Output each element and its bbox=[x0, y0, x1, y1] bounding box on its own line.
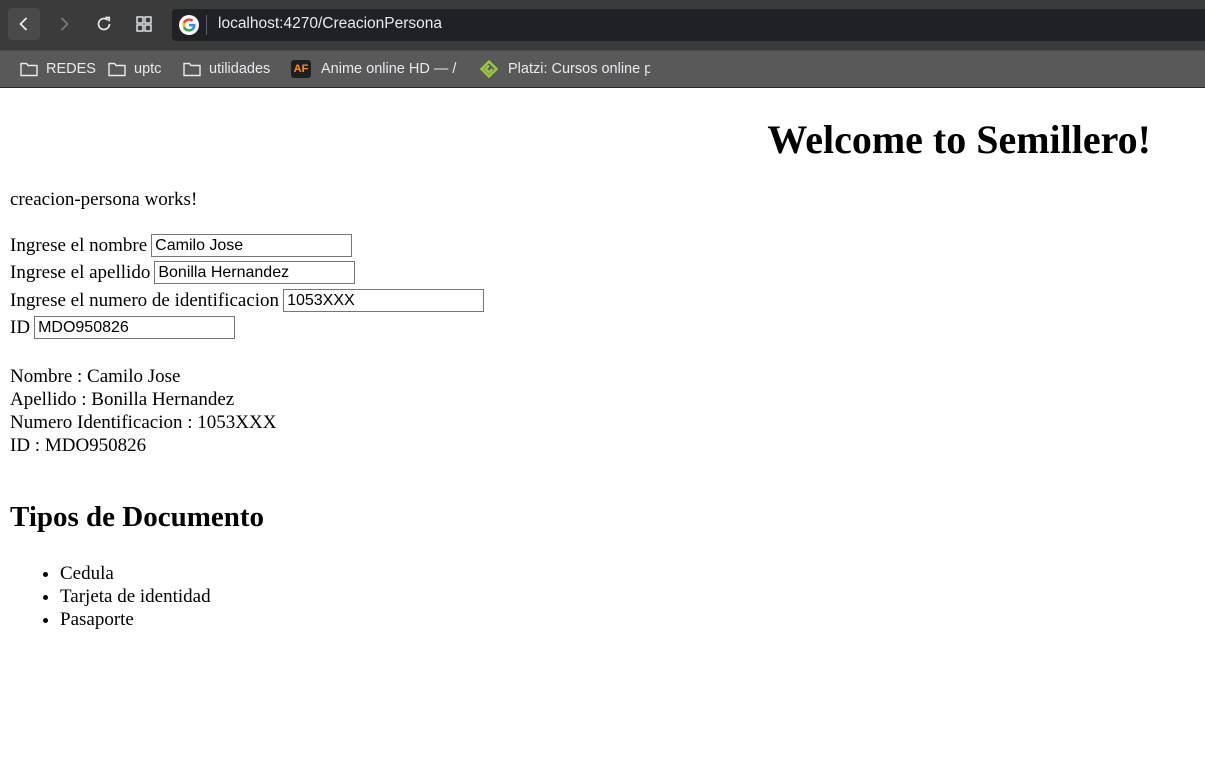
google-icon bbox=[179, 15, 199, 35]
numero-row: Ingrese el numero de identificacion bbox=[10, 287, 485, 314]
persona-summary: Nombre : Camilo Jose Apellido : Bonilla … bbox=[10, 365, 276, 457]
welcome-title: Welcome to Semillero! bbox=[767, 117, 1151, 162]
folder-icon bbox=[108, 61, 126, 77]
bookmark-utilidades[interactable]: utilidades bbox=[183, 59, 270, 79]
numero-label: Ingrese el numero de identificacion bbox=[10, 289, 280, 311]
component-works-text: creacion-persona works! bbox=[10, 189, 198, 210]
id-row: ID bbox=[10, 314, 236, 341]
bookmark-label: utilidades bbox=[209, 61, 271, 77]
summary-id: ID : MDO950826 bbox=[10, 435, 147, 456]
summary-numero: Numero Identificacion : 1053XXX bbox=[10, 412, 277, 433]
folder-icon bbox=[20, 61, 38, 77]
address-bar[interactable]: localhost:4270/CreacionPersona bbox=[172, 9, 1205, 41]
bookmark-redes[interactable]: REDES bbox=[20, 59, 96, 79]
summary-apellido: Apellido : Bonilla Hernandez bbox=[10, 389, 235, 410]
address-divider bbox=[206, 15, 207, 35]
reload-icon bbox=[97, 16, 111, 31]
list-item: Tarjeta de identidad bbox=[60, 585, 211, 608]
bookmark-label: REDES bbox=[46, 61, 96, 77]
animeflv-icon: AF bbox=[291, 60, 311, 78]
bookmark-anime-online[interactable]: AF Anime online HD — / bbox=[291, 59, 461, 79]
apellido-label: Ingrese el apellido bbox=[10, 261, 151, 283]
bookmarks-bar: REDES uptc utilidades AF Anime online HD… bbox=[0, 50, 1205, 88]
forward-arrow-icon bbox=[60, 17, 69, 31]
id-input[interactable] bbox=[34, 316, 236, 339]
apellido-input[interactable] bbox=[154, 261, 356, 284]
browser-chrome: localhost:4270/CreacionPersona REDES upt… bbox=[0, 0, 1205, 88]
nombre-row: Ingrese el nombre bbox=[10, 232, 353, 259]
nombre-input[interactable] bbox=[151, 234, 353, 257]
id-label: ID bbox=[10, 316, 31, 338]
browser-toolbar: localhost:4270/CreacionPersona bbox=[0, 0, 1205, 50]
url-text[interactable]: localhost:4270/CreacionPersona bbox=[218, 15, 442, 33]
tipos-documento-list: Cedula Tarjeta de identidad Pasaporte bbox=[10, 562, 211, 631]
folder-icon bbox=[183, 61, 201, 77]
list-item: Cedula bbox=[60, 562, 211, 585]
summary-nombre: Nombre : Camilo Jose bbox=[10, 366, 181, 387]
numero-input[interactable] bbox=[283, 289, 485, 312]
bookmark-label: uptc bbox=[134, 61, 162, 77]
reload-button[interactable] bbox=[88, 8, 120, 40]
list-item: Pasaporte bbox=[60, 608, 211, 631]
bookmark-label: Anime online HD — / bbox=[321, 61, 457, 77]
forward-button[interactable] bbox=[48, 8, 80, 40]
tipos-documento-heading: Tipos de Documento bbox=[10, 501, 265, 533]
apps-button[interactable] bbox=[128, 8, 160, 40]
apellido-row: Ingrese el apellido bbox=[10, 259, 356, 286]
back-arrow-icon bbox=[19, 17, 28, 31]
bookmark-label: Platzi: Cursos online p bbox=[508, 61, 650, 77]
bookmark-uptc[interactable]: uptc bbox=[108, 59, 161, 79]
platzi-icon bbox=[480, 60, 498, 78]
grid-icon bbox=[136, 16, 152, 32]
back-button[interactable] bbox=[8, 8, 40, 40]
nombre-label: Ingrese el nombre bbox=[10, 234, 148, 256]
page-content: Welcome to Semillero! creacion-persona w… bbox=[0, 88, 1205, 778]
bookmark-platzi[interactable]: Platzi: Cursos online p bbox=[480, 59, 650, 79]
